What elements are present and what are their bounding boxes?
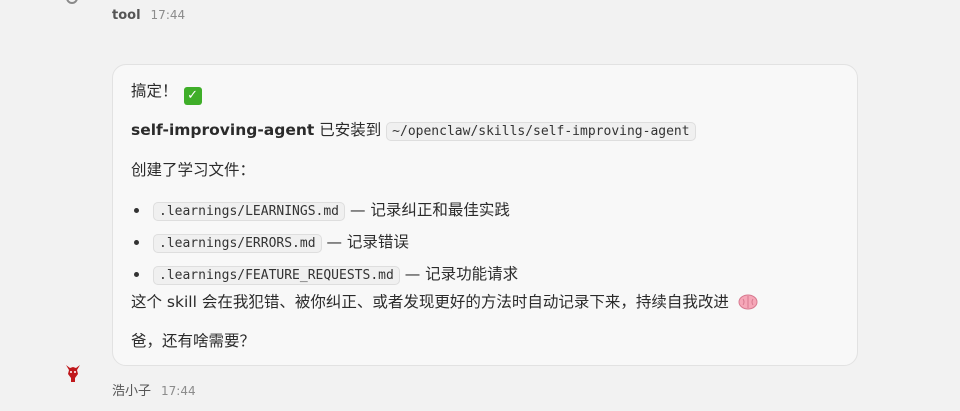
- list-item: .learnings/FEATURE_REQUESTS.md — 记录功能请求: [131, 263, 518, 287]
- file-path: .learnings/FEATURE_REQUESTS.md: [153, 266, 400, 285]
- gear-icon: [66, 0, 78, 4]
- message-header: tool 17:44: [112, 8, 185, 23]
- file-path: .learnings/ERRORS.md: [153, 234, 322, 253]
- question-line: 爸，还有啥需要？: [131, 332, 256, 350]
- files-heading: 创建了学习文件：: [131, 161, 256, 179]
- bullet: [134, 240, 139, 245]
- skill-name: self-improving-agent: [131, 121, 315, 139]
- summary-line: 这个 skill 会在我犯错、被你纠正、或者发现更好的方法时自动记录下来，持续自…: [131, 291, 758, 313]
- install-path: ~/openclaw/skills/self-improving-agent: [386, 122, 696, 141]
- file-path: .learnings/LEARNINGS.md: [153, 202, 346, 221]
- done-text: 搞定！: [131, 82, 178, 100]
- sender-name: tool: [112, 8, 141, 23]
- chat-view: tool 17:44 搞定！ ✓ self-improving-agent 已安装…: [0, 0, 960, 411]
- list-item: .learnings/ERRORS.md — 记录错误: [131, 231, 409, 255]
- bullet: [134, 272, 139, 277]
- file-desc: — 记录错误: [321, 233, 409, 251]
- brain-icon: [738, 294, 758, 310]
- bullet: [134, 208, 139, 213]
- install-line: self-improving-agent 已安装到 ~/openclaw/ski…: [131, 119, 696, 143]
- timestamp: 17:44: [150, 8, 186, 22]
- install-text: 已安装到: [314, 121, 387, 139]
- file-desc: — 记录纠正和最佳实践: [345, 201, 510, 219]
- list-item: .learnings/LEARNINGS.md — 记录纠正和最佳实践: [131, 199, 510, 223]
- avatar[interactable]: [62, 362, 84, 384]
- summary-text: 这个 skill 会在我犯错、被你纠正、或者发现更好的方法时自动记录下来，持续自…: [131, 293, 729, 311]
- message-line: 搞定！ ✓: [131, 80, 202, 105]
- sender-name: 浩小子: [112, 384, 152, 399]
- message-footer: 浩小子 17:44: [112, 380, 196, 399]
- timestamp: 17:44: [161, 384, 196, 398]
- file-desc: — 记录功能请求: [399, 265, 519, 283]
- message-bubble: 搞定！ ✓ self-improving-agent 已安装到 ~/opencla…: [112, 64, 858, 366]
- checkmark-icon: ✓: [183, 87, 202, 105]
